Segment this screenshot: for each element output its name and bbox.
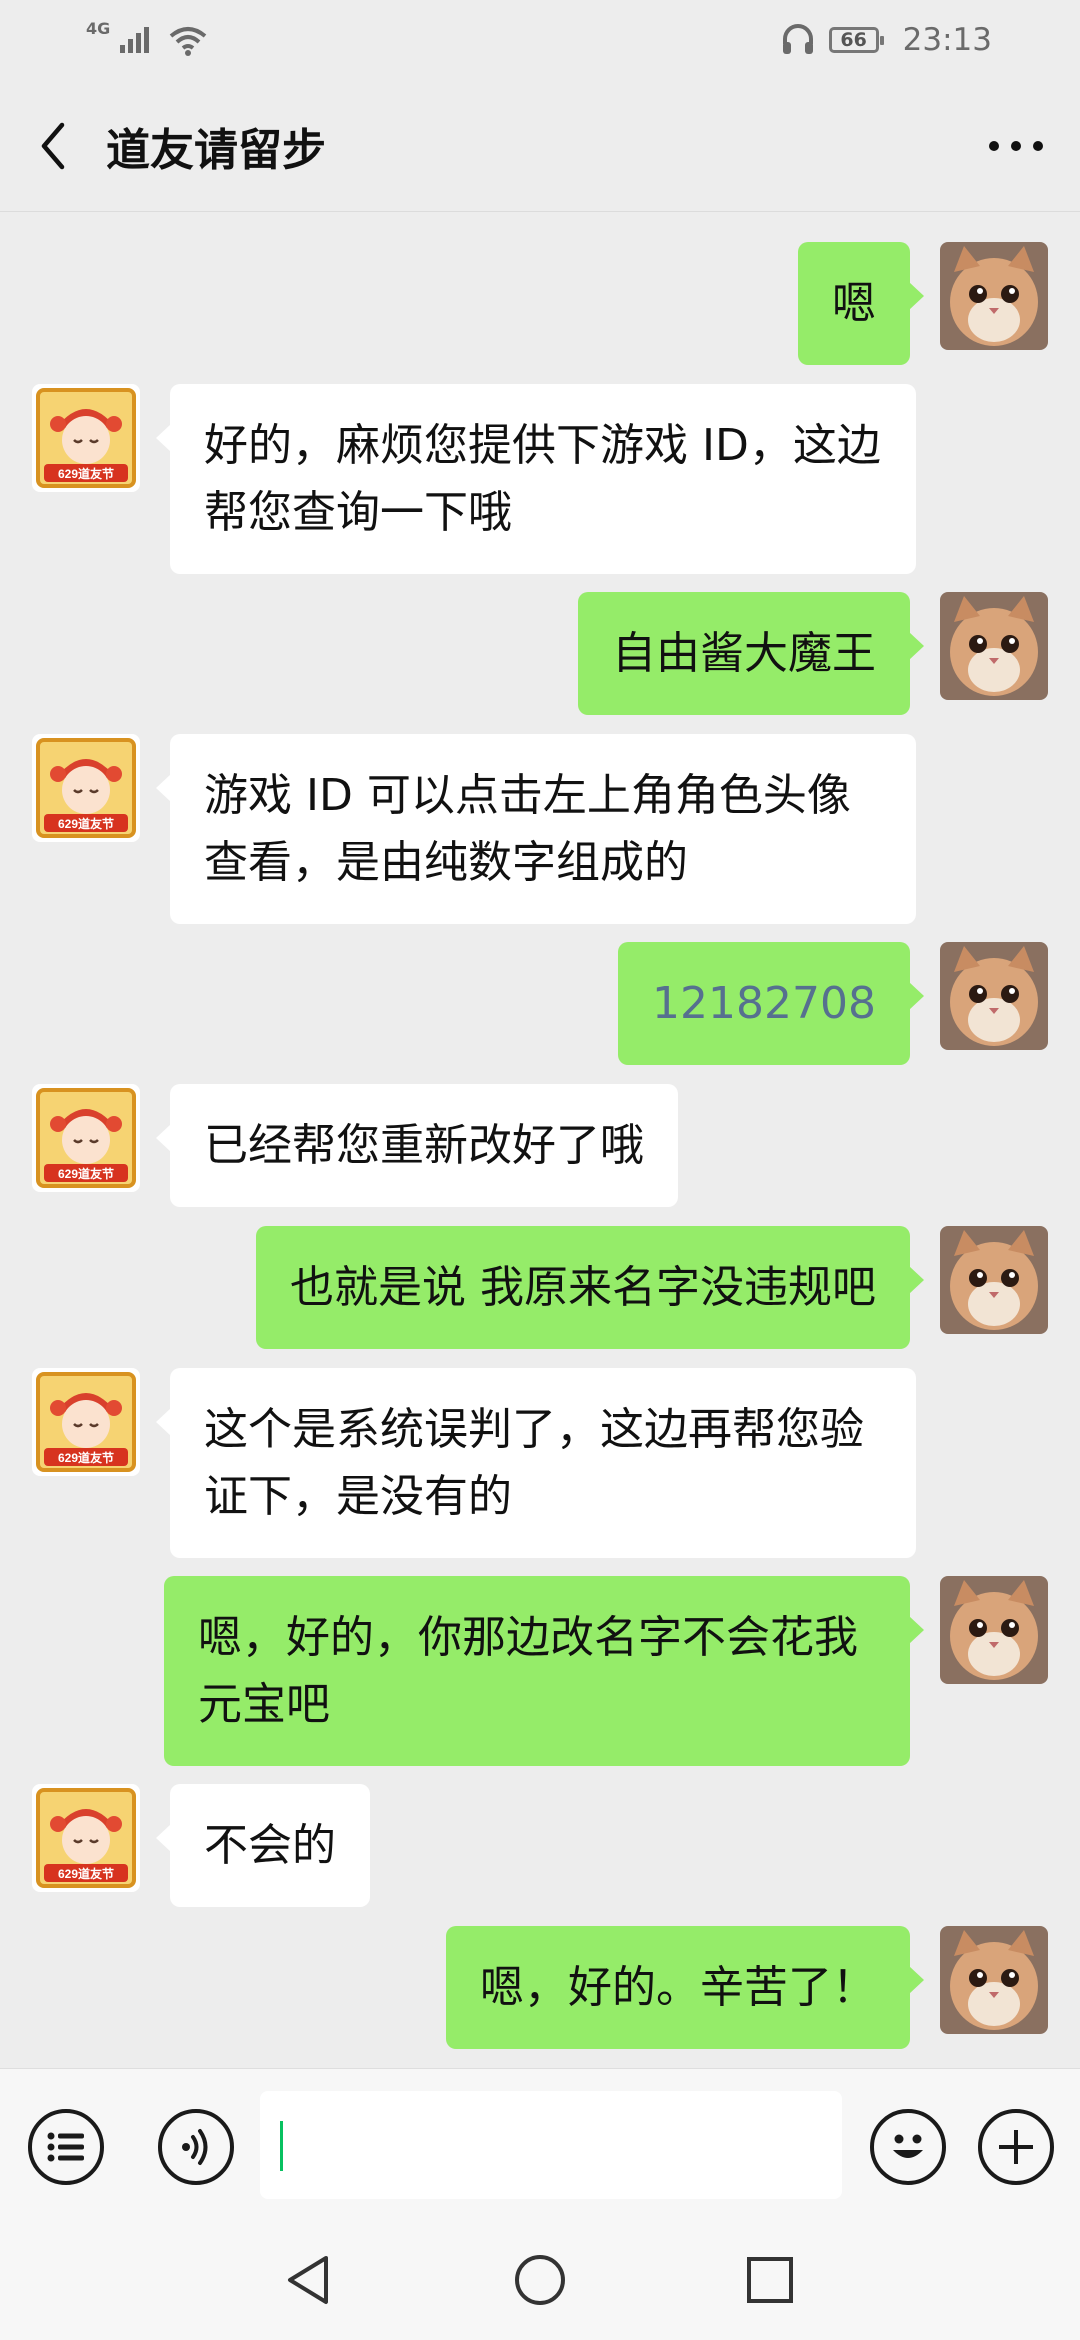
message-bubble-incoming[interactable]: 已经帮您重新改好了哦 [156,1084,678,1207]
battery-indicator: 66 [828,27,884,53]
list-menu-icon [47,2132,84,2162]
cat-photo-avatar [940,242,1048,350]
user-avatar[interactable] [940,1926,1048,2034]
game-character-avatar: 629道友节 [32,734,140,842]
service-avatar[interactable]: 629道友节 [32,1368,140,1476]
battery-level-label: 66 [840,29,867,51]
message-bubble-incoming[interactable]: 好的，麻烦您提供下游戏 ID，这边帮您查询一下哦 [156,384,916,574]
message-bubble-outgoing[interactable]: 嗯，好的，你那边改名字不会花我元宝吧 [164,1576,924,1766]
clock-label: 23:13 [902,22,992,58]
square-recents-icon [747,2257,793,2303]
input-bar [0,2068,1080,2224]
title-bar: 道友请留步 [0,80,1080,212]
message-bubble-outgoing[interactable]: 自由酱大魔王 [578,592,924,715]
status-bar: 4G 66 23:13 [0,0,1080,80]
user-avatar[interactable] [940,242,1048,350]
service-avatar[interactable]: 629道友节 [32,1784,140,1892]
message-bubble-outgoing[interactable]: 也就是说 我原来名字没违规吧 [256,1226,924,1349]
circle-home-icon [515,2255,565,2305]
user-avatar[interactable] [940,1226,1048,1334]
smiley-icon [893,2134,923,2158]
user-avatar[interactable] [940,592,1048,700]
chat-screen: 4G 66 23:13 道友请留步 嗯 629道友节 好的，麻烦您提供下游戏 I… [0,0,1080,2340]
nav-home-button[interactable] [508,2248,572,2312]
nav-recents-button[interactable] [738,2248,802,2312]
chevron-left-icon [41,122,65,169]
more-functions-button[interactable] [978,2109,1054,2185]
cat-photo-avatar [940,1226,1048,1334]
message-bubble-outgoing[interactable]: 嗯，好的。辛苦了！ [446,1926,924,2049]
cat-photo-avatar [940,1576,1048,1684]
cellular-signal-icon [120,27,150,53]
message-bubble-outgoing[interactable]: 12182708 [618,942,924,1065]
cat-photo-avatar [940,592,1048,700]
status-left: 4G [86,19,208,56]
text-cursor [280,2121,283,2171]
cat-photo-avatar [940,1926,1048,2034]
plus-icon [999,2130,1033,2164]
voice-input-button[interactable] [158,2109,234,2185]
network-type-label: 4G [86,18,111,38]
badge-label: 629道友节 [58,1866,114,1881]
game-character-avatar: 629道友节 [32,1084,140,1192]
service-avatar[interactable]: 629道友节 [32,734,140,842]
game-character-avatar: 629道友节 [32,1784,140,1892]
headphones-icon [782,24,813,54]
more-options-button[interactable] [976,110,1056,182]
user-avatar[interactable] [940,942,1048,1050]
badge-label: 629道友节 [58,1166,114,1181]
back-button[interactable] [0,80,106,212]
badge-label: 629道友节 [58,816,114,831]
emoji-button[interactable] [870,2109,946,2185]
message-bubble-incoming[interactable]: 不会的 [156,1784,370,1907]
more-dots-icon [989,141,1043,151]
game-character-avatar: 629道友节 [32,1368,140,1476]
system-navigation-bar [0,2224,1080,2340]
nav-back-button[interactable] [276,2248,340,2312]
message-input[interactable] [260,2091,842,2199]
message-bubble-incoming[interactable]: 游戏 ID 可以点击左上角角色头像查看，是由纯数字组成的 [156,734,916,924]
service-avatar[interactable]: 629道友节 [32,384,140,492]
message-bubble-incoming[interactable]: 这个是系统误判了，这边再帮您验证下，是没有的 [156,1368,916,1558]
cat-photo-avatar [940,942,1048,1050]
triangle-back-icon [288,2256,328,2304]
badge-label: 629道友节 [58,466,114,481]
service-menu-button[interactable] [28,2109,104,2185]
message-bubble-outgoing[interactable]: 嗯 [798,242,924,365]
voice-wave-icon [182,2129,208,2165]
game-character-avatar: 629道友节 [32,384,140,492]
badge-label: 629道友节 [58,1450,114,1465]
chat-title: 道友请留步 [106,124,326,176]
message-list[interactable]: 嗯 629道友节 好的，麻烦您提供下游戏 ID，这边帮您查询一下哦 自由酱大魔王… [0,212,1080,2068]
user-avatar[interactable] [940,1576,1048,1684]
wifi-icon [169,27,207,56]
service-avatar[interactable]: 629道友节 [32,1084,140,1192]
status-right: 66 23:13 [781,22,992,58]
